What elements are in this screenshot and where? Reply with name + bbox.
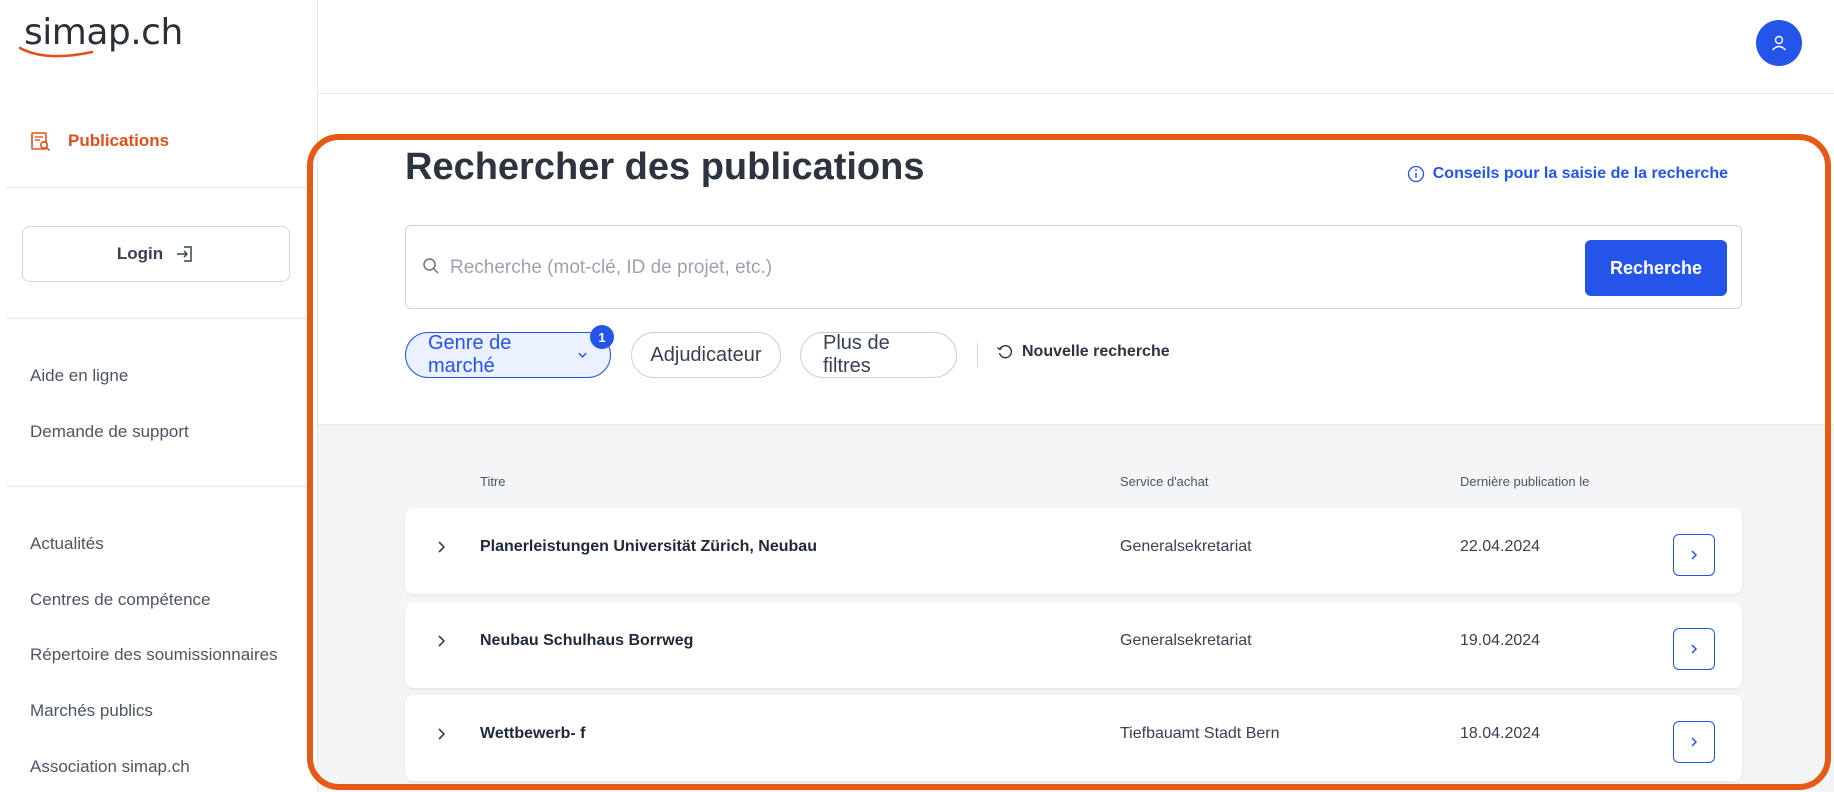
reset-icon [997,345,1013,359]
row-date: 19.04.2024 [1460,632,1541,649]
search-box: Recherche [405,225,1742,309]
filter-more[interactable]: Plus de filtres [800,332,957,378]
sidebar-link-competence-centres[interactable]: Centres de compétence [30,590,211,610]
sidebar-link-public-markets[interactable]: Marchés publics [30,701,153,721]
new-search-label: Nouvelle recherche [1022,343,1170,360]
top-bar [318,0,1834,94]
column-header-date: Dernière publication le [1460,474,1590,489]
user-icon [1771,35,1787,51]
logo-swoosh-icon [18,46,94,58]
divider [977,343,978,367]
search-tips-link[interactable]: Conseils pour la saisie de la recherche [1407,165,1728,183]
sidebar-item-publications[interactable]: Publications [30,130,169,152]
row-service: Tiefbauamt Stadt Bern [1120,725,1280,742]
search-document-icon [31,132,51,152]
row-title: Planerleistungen Universität Zürich, Neu… [480,538,817,555]
chevron-right-icon [1691,550,1698,560]
new-search-button[interactable]: Nouvelle recherche [996,343,1170,361]
sidebar-link-bidder-directory[interactable]: Répertoire des soumissionnaires [30,645,278,665]
row-title: Wettbewerb- f [480,725,586,742]
search-icon [423,258,439,274]
login-icon [177,246,192,262]
sidebar-item-label: Publications [68,131,170,150]
row-service: Generalsekretariat [1120,632,1252,649]
filter-count-badge: 1 [590,325,614,349]
info-icon [1407,165,1424,183]
table-row[interactable]: Neubau Schulhaus Borrweg Generalsekretar… [405,602,1742,688]
expand-chevron-icon[interactable] [435,634,449,648]
login-button[interactable]: Login [22,226,290,282]
search-input[interactable] [450,248,1550,288]
filter-more-label: Plus de filtres [823,332,890,377]
chevron-down-icon [578,352,587,358]
row-date: 22.04.2024 [1460,538,1541,555]
search-button[interactable]: Recherche [1585,240,1727,296]
expand-chevron-icon[interactable] [435,727,449,741]
chevron-right-icon [1691,644,1698,654]
search-tips-label: Conseils pour la saisie de la recherche [1432,165,1728,182]
sidebar-link-support[interactable]: Demande de support [30,422,189,442]
divider [6,486,312,487]
sidebar-link-news[interactable]: Actualités [30,534,104,554]
sidebar-link-association[interactable]: Association simap.ch [30,757,190,777]
table-row[interactable]: Planerleistungen Universität Zürich, Neu… [405,508,1742,594]
page-title: Rechercher des publications [405,146,925,188]
filter-contracting-authority[interactable]: Adjudicateur [631,332,781,378]
row-title: Neubau Schulhaus Borrweg [480,632,694,649]
filter-contracting-label: Adjudicateur [650,343,762,366]
divider [6,318,312,319]
column-header-service: Service d'achat [1120,474,1209,489]
chevron-right-icon [1691,737,1698,747]
column-header-title: Titre [480,474,506,489]
divider [6,187,312,188]
sidebar: simap.ch Publications Login Aide en lign… [0,0,318,792]
row-date: 18.04.2024 [1460,725,1541,742]
login-label: Login [116,244,164,263]
open-publication-button[interactable] [1673,628,1715,670]
filter-market-type[interactable]: Genre de marché 1 [405,325,614,378]
open-publication-button[interactable] [1673,534,1715,576]
open-publication-button[interactable] [1673,721,1715,763]
page: simap.ch Publications Login Aide en lign… [0,0,1834,792]
filter-market-type-label: Genre de marché [428,332,512,377]
row-service: Generalsekretariat [1120,538,1252,555]
expand-chevron-icon[interactable] [435,540,449,554]
table-row[interactable]: Wettbewerb- f Tiefbauamt Stadt Bern 18.0… [405,695,1742,781]
sidebar-link-help[interactable]: Aide en ligne [30,366,128,386]
user-avatar-button[interactable] [1756,20,1802,66]
